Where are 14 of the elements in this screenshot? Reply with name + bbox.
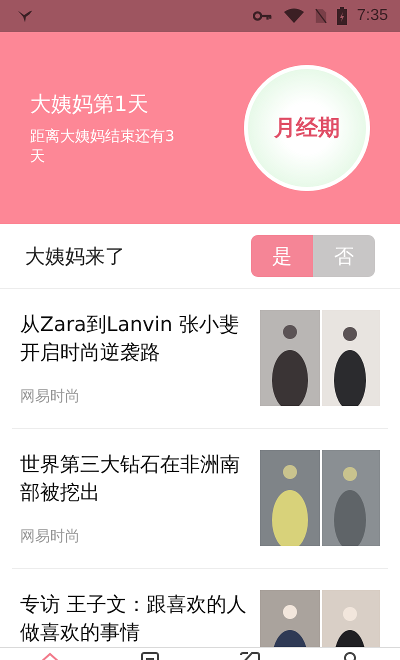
no-sim-icon <box>314 8 327 24</box>
wifi-icon <box>282 8 305 24</box>
article-title[interactable]: 专访 王子文：跟喜欢的人做喜欢的事情 <box>20 590 252 646</box>
status-time: 7:35 <box>356 7 388 25</box>
cycle-day-title: 大姨妈第1天 <box>30 90 150 118</box>
article-source: 网易时尚 <box>20 527 81 546</box>
article-title[interactable]: 从Zara到Lanvin 张小斐开启时尚逆袭路 <box>20 310 252 366</box>
article-source: 网易时尚 <box>20 387 81 406</box>
phase-label: 月经期 <box>274 115 340 143</box>
key-icon <box>252 10 273 22</box>
article-title[interactable]: 世界第三大钻石在非洲南部被挖出 <box>20 450 252 506</box>
period-toggle-label: 大姨妈来了 <box>25 242 125 270</box>
cycle-countdown-text: 距离大姨妈结束还有3天 <box>30 126 176 166</box>
battery-icon <box>336 7 347 25</box>
